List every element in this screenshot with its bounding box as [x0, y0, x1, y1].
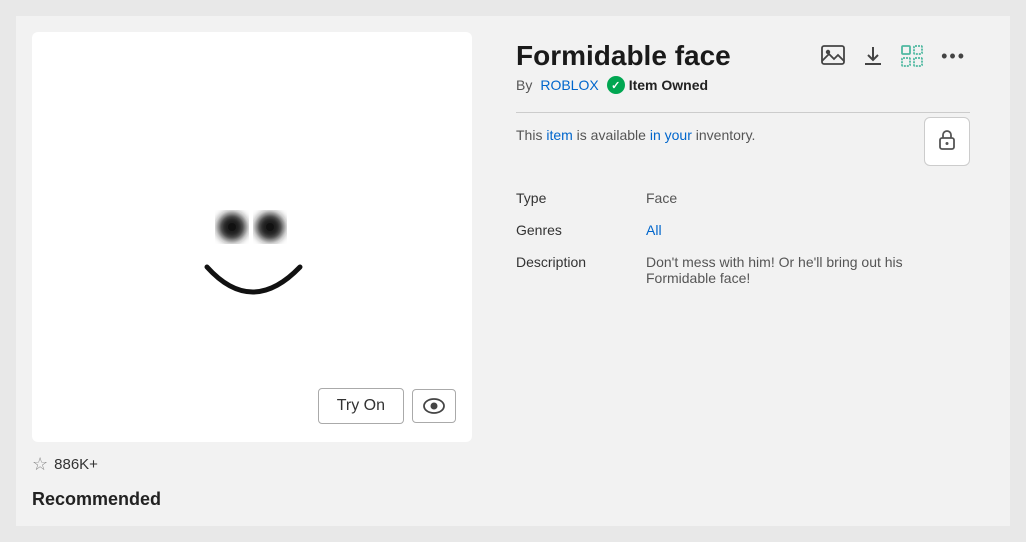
download-icon-button[interactable]: [859, 41, 887, 71]
star-icon[interactable]: ☆: [32, 454, 48, 475]
check-circle-icon: ✓: [607, 76, 625, 94]
genres-value: All: [646, 214, 970, 246]
page-container: Try On ☆ 886K+ Recommended Formidable fa…: [16, 16, 1010, 526]
description-label: Description: [516, 246, 646, 294]
item-header-row: Formidable face: [516, 40, 970, 72]
in-highlight: in: [650, 127, 661, 143]
description-value: Don't mess with him! Or he'll bring out …: [646, 246, 970, 294]
recommended-label: Recommended: [32, 489, 161, 510]
type-label: Type: [516, 182, 646, 214]
by-label: By: [516, 77, 532, 93]
more-button[interactable]: •••: [937, 42, 970, 71]
image-icon-button[interactable]: [817, 41, 849, 71]
mouth-curve: [207, 267, 300, 292]
genres-label: Genres: [516, 214, 646, 246]
grid-icon-button[interactable]: [897, 41, 927, 71]
try-on-row: Try On: [318, 388, 456, 424]
item-image-box: Try On: [32, 32, 472, 442]
lock-button[interactable]: [924, 117, 970, 166]
favorites-row: ☆ 886K+: [32, 454, 98, 475]
download-icon: [863, 45, 883, 67]
item-highlight: item: [546, 127, 572, 143]
lock-icon: [937, 128, 957, 150]
header-icons: •••: [817, 41, 970, 71]
grid-icon: [901, 45, 923, 67]
left-panel: Try On ☆ 886K+ Recommended: [32, 32, 492, 510]
details-table: Type Face Genres All Description Don't m…: [516, 182, 970, 294]
more-dots-icon: •••: [941, 46, 966, 67]
face-illustration: [152, 137, 352, 337]
divider: [516, 112, 970, 113]
creator-link[interactable]: ROBLOX: [540, 77, 598, 93]
creator-row: By ROBLOX ✓ Item Owned: [516, 76, 970, 94]
eye-button[interactable]: [412, 389, 456, 423]
item-title: Formidable face: [516, 40, 731, 72]
eye-icon: [423, 398, 445, 414]
favorites-count: 886K+: [54, 456, 98, 473]
type-value: Face: [646, 182, 970, 214]
right-eye-pupil: [266, 223, 274, 231]
availability-text: This item is available in your inventory…: [516, 125, 755, 146]
right-panel: Formidable face: [492, 32, 994, 510]
owned-badge: ✓ Item Owned: [607, 76, 708, 94]
owned-text: Item Owned: [629, 77, 708, 93]
image-icon: [821, 45, 845, 67]
check-mark: ✓: [611, 79, 620, 92]
try-on-button[interactable]: Try On: [318, 388, 404, 424]
left-eye-pupil: [228, 223, 236, 231]
your-highlight: your: [665, 127, 692, 143]
